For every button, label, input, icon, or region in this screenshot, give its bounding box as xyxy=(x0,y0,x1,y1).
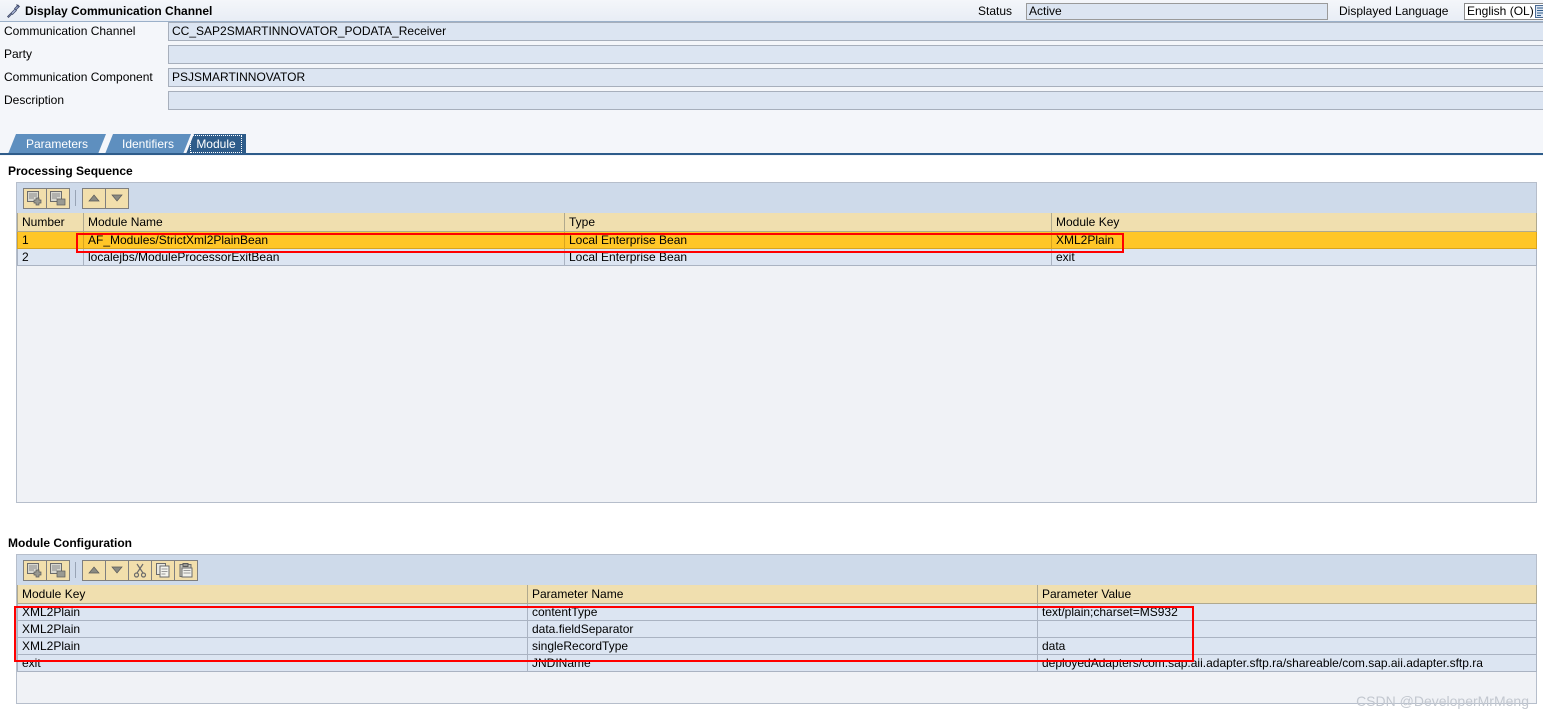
insert-row-button[interactable] xyxy=(23,187,47,209)
table-row[interactable]: XML2Plain singleRecordType data xyxy=(17,637,1537,655)
tab-identifiers[interactable]: Identifiers xyxy=(105,134,191,154)
status-field: Active xyxy=(1026,3,1328,20)
description-label: Description xyxy=(4,93,65,107)
cell-parameter-name[interactable]: contentType xyxy=(527,603,1038,621)
form-row-communication-component: Communication Component PSJSMARTINNOVATO… xyxy=(0,68,1543,89)
window-title-bar: Display Communication Channel Status Act… xyxy=(0,0,1543,22)
tab-underline xyxy=(0,153,1543,155)
cell-type[interactable]: Local Enterprise Bean xyxy=(564,248,1052,266)
cell-number: 2 xyxy=(17,248,84,266)
processing-sequence-table: Number Module Name Type Module Key 1 AF_… xyxy=(17,213,1537,266)
displayed-language-label: Displayed Language xyxy=(1339,4,1449,18)
cell-parameter-name[interactable]: JNDIName xyxy=(527,654,1038,672)
tab-parameters-label: Parameters xyxy=(25,137,89,151)
table-header-row: Number Module Name Type Module Key xyxy=(17,213,1537,232)
party-field[interactable] xyxy=(168,45,1543,64)
move-up-button[interactable] xyxy=(82,559,106,581)
cell-module-name[interactable]: AF_Modules/StrictXml2PlainBean xyxy=(83,231,565,249)
cell-module-key[interactable]: exit xyxy=(1051,248,1537,266)
column-header-number[interactable]: Number xyxy=(17,213,84,232)
move-down-button[interactable] xyxy=(105,187,129,209)
cell-module-key[interactable]: XML2Plain xyxy=(1051,231,1537,249)
column-header-module-key[interactable]: Module Key xyxy=(1051,213,1537,232)
tab-module-label: Module xyxy=(190,135,242,153)
module-configuration-toolbar xyxy=(17,555,1536,585)
column-header-module-name[interactable]: Module Name xyxy=(83,213,565,232)
tab-module[interactable]: Module xyxy=(186,134,246,154)
status-label: Status xyxy=(978,4,1013,18)
copy-button[interactable] xyxy=(151,559,175,581)
communication-component-label: Communication Component xyxy=(4,70,153,84)
column-header-module-key[interactable]: Module Key xyxy=(17,585,528,604)
cell-parameter-value[interactable]: data xyxy=(1037,637,1537,655)
communication-channel-label: Communication Channel xyxy=(4,24,136,38)
cell-module-key[interactable]: XML2Plain xyxy=(17,637,528,655)
form-row-communication-channel: Communication Channel CC_SAP2SMARTINNOVA… xyxy=(0,22,1543,43)
delete-row-button[interactable] xyxy=(46,187,70,209)
cut-button[interactable] xyxy=(128,559,152,581)
cell-parameter-value[interactable] xyxy=(1037,620,1537,638)
cell-module-key[interactable]: XML2Plain xyxy=(17,620,528,638)
row-move-and-clipboard-group xyxy=(82,559,198,581)
table-row[interactable]: exit JNDIName deployedAdapters/com.sap.a… xyxy=(17,654,1537,672)
cell-module-key[interactable]: exit xyxy=(17,654,528,672)
party-label: Party xyxy=(4,47,33,61)
module-configuration-table-wrap: Module Key Parameter Name Parameter Valu… xyxy=(17,585,1537,672)
table-row[interactable]: 2 localejbs/ModuleProcessorExitBean Loca… xyxy=(17,248,1537,266)
cell-parameter-value[interactable]: deployedAdapters/com.sap.aii.adapter.sft… xyxy=(1037,654,1537,672)
plug-connector-icon xyxy=(5,3,21,19)
cell-type[interactable]: Local Enterprise Bean xyxy=(564,231,1052,249)
channel-header-form: Communication Channel CC_SAP2SMARTINNOVA… xyxy=(0,22,1543,132)
watermark: CSDN @DeveloperMrMeng xyxy=(1356,693,1529,709)
toolbar-separator xyxy=(75,190,76,206)
processing-sequence-panel: Number Module Name Type Module Key 1 AF_… xyxy=(16,182,1537,503)
row-move-button-group xyxy=(82,187,129,209)
column-header-parameter-name[interactable]: Parameter Name xyxy=(527,585,1038,604)
processing-sequence-heading: Processing Sequence xyxy=(8,164,133,178)
dropdown-list-icon[interactable] xyxy=(1534,5,1543,18)
insert-row-button[interactable] xyxy=(23,559,47,581)
module-configuration-heading: Module Configuration xyxy=(8,536,132,550)
column-header-parameter-value[interactable]: Parameter Value xyxy=(1037,585,1537,604)
communication-channel-field[interactable]: CC_SAP2SMARTINNOVATOR_PODATA_Receiver xyxy=(168,22,1543,41)
paste-button[interactable] xyxy=(174,559,198,581)
move-down-button[interactable] xyxy=(105,559,129,581)
tab-identifiers-label: Identifiers xyxy=(121,137,175,151)
cell-module-name[interactable]: localejbs/ModuleProcessorExitBean xyxy=(83,248,565,266)
displayed-language-value: English (OL) xyxy=(1467,4,1534,18)
delete-row-button[interactable] xyxy=(46,559,70,581)
tab-parameters[interactable]: Parameters xyxy=(8,134,106,154)
cell-number: 1 xyxy=(17,231,84,249)
form-row-description: Description xyxy=(0,91,1543,112)
move-up-button[interactable] xyxy=(82,187,106,209)
cell-parameter-value[interactable]: text/plain;charset=MS932 xyxy=(1037,603,1537,621)
row-edit-button-group xyxy=(23,187,70,209)
table-row[interactable]: XML2Plain data.fieldSeparator xyxy=(17,620,1537,638)
cell-parameter-name[interactable]: singleRecordType xyxy=(527,637,1038,655)
cell-module-key[interactable]: XML2Plain xyxy=(17,603,528,621)
row-edit-button-group xyxy=(23,559,70,581)
module-configuration-panel: Module Key Parameter Name Parameter Valu… xyxy=(16,554,1537,704)
table-row[interactable]: XML2Plain contentType text/plain;charset… xyxy=(17,603,1537,621)
communication-component-field[interactable]: PSJSMARTINNOVATOR xyxy=(168,68,1543,87)
table-header-row: Module Key Parameter Name Parameter Valu… xyxy=(17,585,1537,604)
window-title: Display Communication Channel xyxy=(25,3,213,18)
table-row[interactable]: 1 AF_Modules/StrictXml2PlainBean Local E… xyxy=(17,231,1537,249)
module-configuration-table: Module Key Parameter Name Parameter Valu… xyxy=(17,585,1537,672)
processing-sequence-table-wrap: Number Module Name Type Module Key 1 AF_… xyxy=(17,213,1537,266)
form-row-party: Party xyxy=(0,45,1543,66)
cell-parameter-name[interactable]: data.fieldSeparator xyxy=(527,620,1038,638)
displayed-language-select[interactable]: English (OL) xyxy=(1464,3,1543,20)
description-field[interactable] xyxy=(168,91,1543,110)
toolbar-separator xyxy=(75,562,76,578)
processing-sequence-toolbar xyxy=(17,183,1536,213)
column-header-type[interactable]: Type xyxy=(564,213,1052,232)
